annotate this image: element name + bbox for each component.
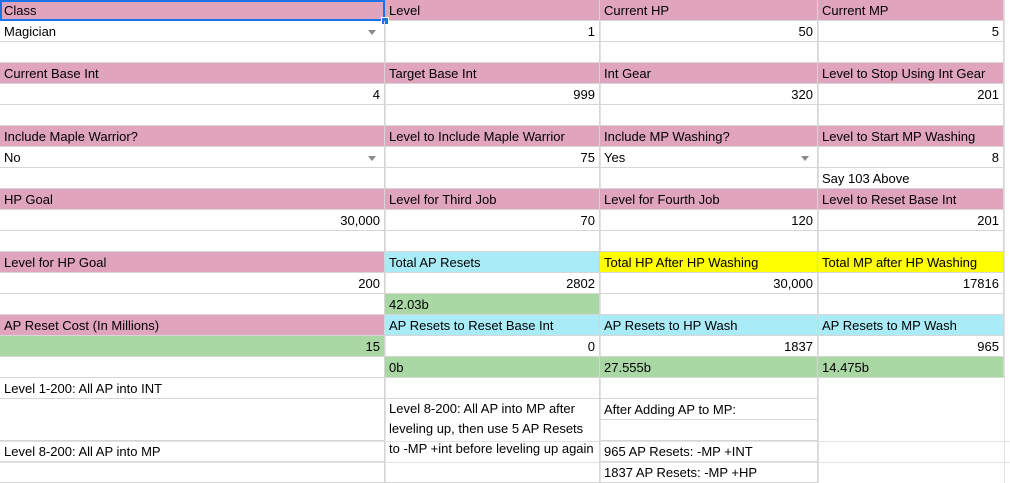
cell-stop-gear-value[interactable]: 201 bbox=[818, 84, 1004, 105]
cell-total-mp-value[interactable]: 17816 bbox=[818, 273, 1004, 294]
cell-hp-goal-value[interactable]: 30,000 bbox=[0, 210, 385, 231]
class-value: Magician bbox=[4, 24, 57, 39]
cell-reset-int-level-value[interactable]: 201 bbox=[818, 210, 1004, 231]
cell-class-header[interactable]: Class bbox=[0, 0, 385, 21]
cell-base-int-cost[interactable]: 0b bbox=[385, 357, 600, 378]
cell-mw-level-header[interactable]: Level to Include Maple Warrior bbox=[385, 126, 600, 147]
cell-current-hp-header[interactable]: Current HP bbox=[600, 0, 818, 21]
cell-stop-gear-header[interactable]: Level to Stop Using Int Gear bbox=[818, 63, 1004, 84]
cell-empty[interactable] bbox=[0, 105, 385, 126]
mp-washing-value: Yes bbox=[604, 150, 626, 165]
cell-note-mp-int[interactable]: 965 AP Resets: -MP +INT bbox=[600, 441, 818, 462]
cell-empty[interactable] bbox=[0, 42, 385, 63]
cell-empty[interactable] bbox=[818, 42, 1004, 63]
cell-empty[interactable] bbox=[0, 462, 385, 483]
cell-empty[interactable] bbox=[600, 231, 818, 252]
cell-total-ap-resets-header[interactable]: Total AP Resets bbox=[385, 252, 600, 273]
dropdown-arrow-icon[interactable] bbox=[368, 156, 376, 161]
cell-mw-level-value[interactable]: 75 bbox=[385, 147, 600, 168]
cell-total-mp-header[interactable]: Total MP after HP Washing bbox=[818, 252, 1004, 273]
cell-current-mp-header[interactable]: Current MP bbox=[818, 0, 1004, 21]
cell-total-hp-header[interactable]: Total HP After HP Washing bbox=[600, 252, 818, 273]
cell-resets-hp-wash-header[interactable]: AP Resets to HP Wash bbox=[600, 315, 818, 336]
cell-base-int-header[interactable]: Current Base Int bbox=[0, 63, 385, 84]
cell-total-ap-resets-value[interactable]: 2802 bbox=[385, 273, 600, 294]
cell-fourth-job-value[interactable]: 120 bbox=[600, 210, 818, 231]
cell-empty[interactable] bbox=[385, 231, 600, 252]
cell-level-hp-goal-value[interactable]: 200 bbox=[0, 273, 385, 294]
cell-empty[interactable] bbox=[0, 168, 385, 189]
cell-total-hp-value[interactable]: 30,000 bbox=[600, 273, 818, 294]
cell-hp-goal-header[interactable]: HP Goal bbox=[0, 189, 385, 210]
cell-reset-int-level-header[interactable]: Level to Reset Base Int bbox=[818, 189, 1004, 210]
cell-mp-wash-cost[interactable]: 14.475b bbox=[818, 357, 1004, 378]
cell-empty[interactable] bbox=[600, 168, 818, 189]
dropdown-arrow-icon[interactable] bbox=[368, 30, 376, 35]
cell-resets-mp-wash-value[interactable]: 965 bbox=[818, 336, 1004, 357]
cell-third-job-header[interactable]: Level for Third Job bbox=[385, 189, 600, 210]
cell-level-hp-goal-header[interactable]: Level for HP Goal bbox=[0, 252, 385, 273]
cell-mp-washing-level-header[interactable]: Level to Start MP Washing bbox=[818, 126, 1004, 147]
cell-reset-cost-header[interactable]: AP Reset Cost (In Millions) bbox=[0, 315, 385, 336]
cell-current-hp-value[interactable]: 50 bbox=[600, 21, 818, 42]
grid-line bbox=[1004, 0, 1005, 483]
cell-note-int[interactable]: Level 1-200: All AP into INT bbox=[0, 378, 385, 399]
cell-mp-washing-header[interactable]: Include MP Washing? bbox=[600, 126, 818, 147]
cell-reset-cost-value[interactable]: 15 bbox=[0, 336, 385, 357]
cell-note-mp-hp[interactable]: 1837 AP Resets: -MP +HP bbox=[600, 462, 818, 483]
cell-empty[interactable] bbox=[600, 294, 818, 315]
cell-base-int-value[interactable]: 4 bbox=[0, 84, 385, 105]
cell-empty[interactable] bbox=[818, 294, 1004, 315]
cell-empty[interactable] bbox=[385, 42, 600, 63]
cell-resets-base-int-header[interactable]: AP Resets to Reset Base Int bbox=[385, 315, 600, 336]
cell-empty[interactable] bbox=[385, 168, 600, 189]
cell-empty[interactable] bbox=[0, 357, 385, 378]
cell-target-int-header[interactable]: Target Base Int bbox=[385, 63, 600, 84]
cell-note-after-adding[interactable]: After Adding AP to MP: bbox=[600, 399, 818, 420]
spreadsheet-grid[interactable]: Class Level Current HP Current MP Magici… bbox=[0, 0, 1010, 483]
cell-total-cost[interactable]: 42.03b bbox=[385, 294, 600, 315]
cell-third-job-value[interactable]: 70 bbox=[385, 210, 600, 231]
cell-mp-washing-dropdown[interactable]: Yes bbox=[600, 147, 818, 168]
cell-maple-warrior-header[interactable]: Include Maple Warrior? bbox=[0, 126, 385, 147]
cell-current-mp-value[interactable]: 5 bbox=[818, 21, 1004, 42]
cell-note[interactable]: Say 103 Above bbox=[818, 168, 1004, 189]
cell-resets-base-int-value[interactable]: 0 bbox=[385, 336, 600, 357]
cell-note-mp-after-leveling[interactable]: Level 8-200: All AP into MP after leveli… bbox=[385, 399, 600, 483]
cell-empty[interactable] bbox=[0, 294, 385, 315]
cell-mp-washing-level-value[interactable]: 8 bbox=[818, 147, 1004, 168]
cell-level-value[interactable]: 1 bbox=[385, 21, 600, 42]
cell-empty[interactable] bbox=[818, 105, 1004, 126]
cell-empty[interactable] bbox=[600, 378, 818, 399]
cell-empty[interactable] bbox=[0, 399, 385, 441]
dropdown-arrow-icon[interactable] bbox=[801, 156, 809, 161]
cell-empty[interactable] bbox=[600, 105, 818, 126]
cell-empty[interactable] bbox=[600, 42, 818, 63]
cell-resets-hp-wash-value[interactable]: 1837 bbox=[600, 336, 818, 357]
cell-int-gear-value[interactable]: 320 bbox=[600, 84, 818, 105]
cell-hp-wash-cost[interactable]: 27.555b bbox=[600, 357, 818, 378]
cell-empty[interactable] bbox=[385, 105, 600, 126]
cell-fourth-job-header[interactable]: Level for Fourth Job bbox=[600, 189, 818, 210]
cell-maple-warrior-dropdown[interactable]: No bbox=[0, 147, 385, 168]
cell-resets-mp-wash-header[interactable]: AP Resets to MP Wash bbox=[818, 315, 1004, 336]
cell-empty[interactable] bbox=[0, 231, 385, 252]
cell-empty[interactable] bbox=[600, 420, 818, 441]
cell-target-int-value[interactable]: 999 bbox=[385, 84, 600, 105]
cell-empty[interactable] bbox=[818, 231, 1004, 252]
maple-warrior-value: No bbox=[4, 150, 21, 165]
cell-int-gear-header[interactable]: Int Gear bbox=[600, 63, 818, 84]
cell-class-dropdown[interactable]: Magician bbox=[0, 21, 385, 42]
cell-level-header[interactable]: Level bbox=[385, 0, 600, 21]
cell-note-mp[interactable]: Level 8-200: All AP into MP bbox=[0, 441, 385, 462]
cell-empty[interactable] bbox=[385, 378, 600, 399]
